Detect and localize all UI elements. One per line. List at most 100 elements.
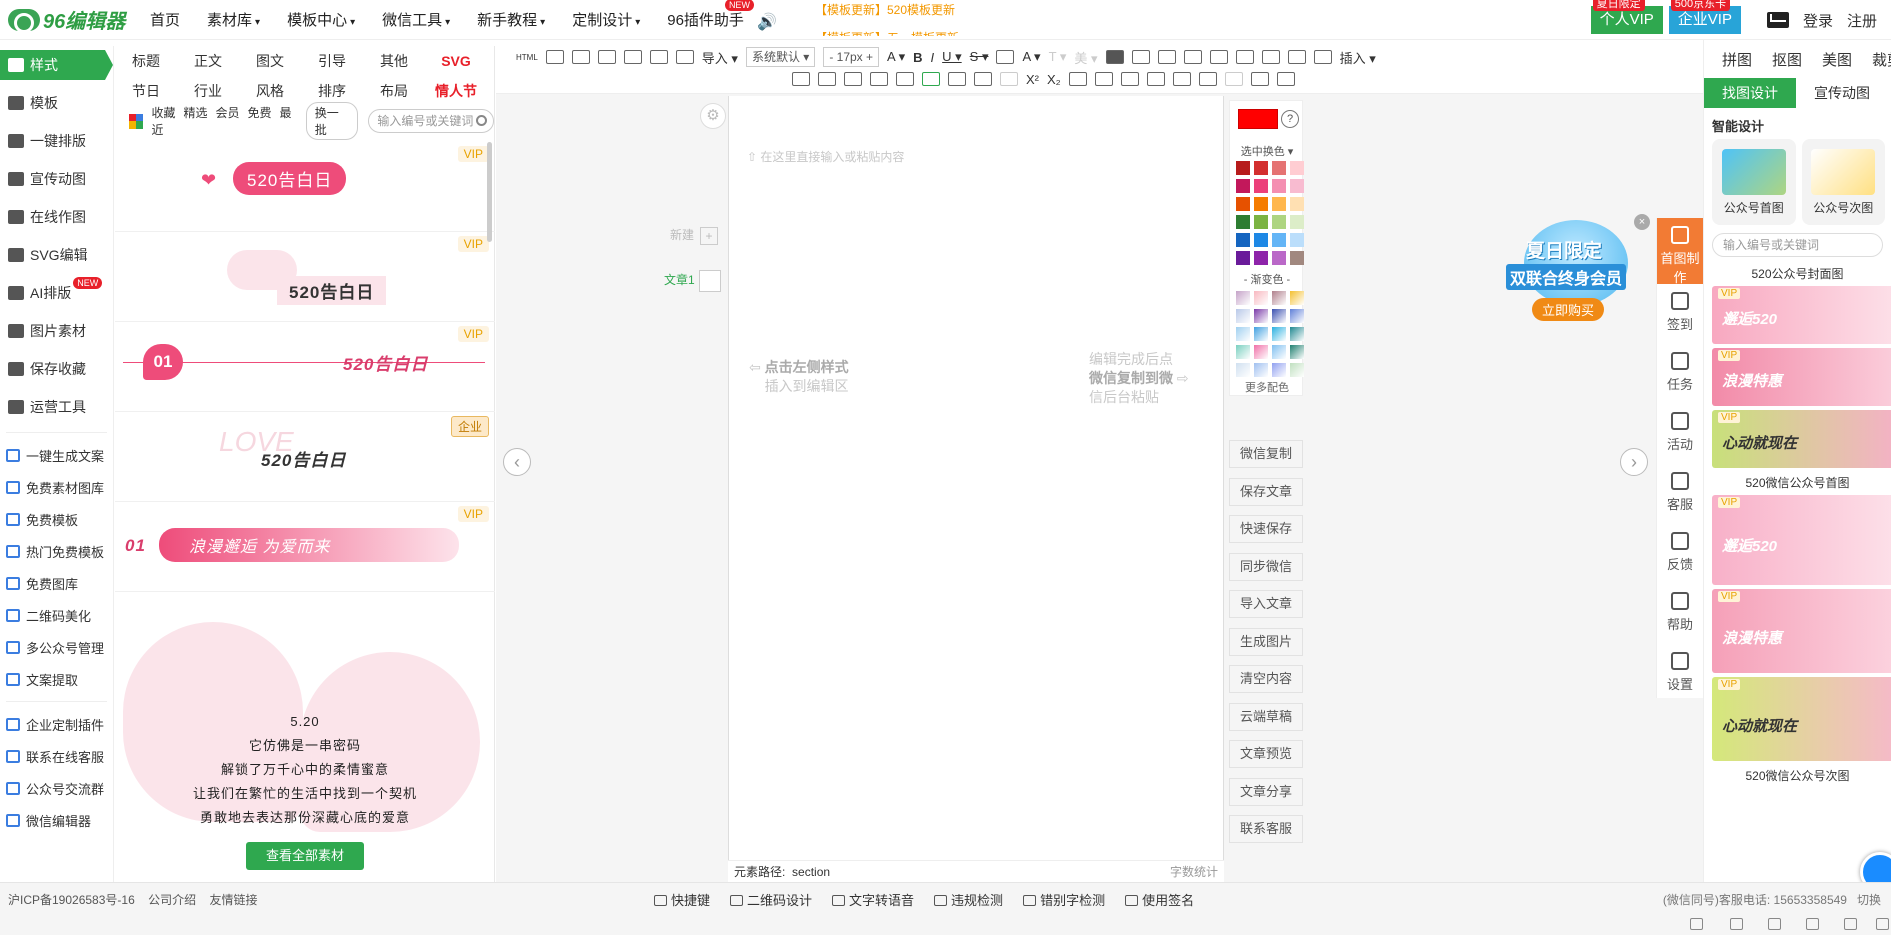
nav-item[interactable]: 新手教程 ▾ bbox=[477, 9, 545, 30]
comment-icon[interactable] bbox=[1198, 72, 1217, 86]
style-item[interactable]: 企业 LOVE 520告白日 bbox=[115, 412, 495, 502]
nav-item[interactable]: 模板中心 ▾ bbox=[287, 9, 355, 30]
wechat-secondary-card[interactable]: 公众号次图 bbox=[1801, 139, 1885, 225]
promo-buy-button[interactable]: 立即购买 bbox=[1532, 298, 1605, 321]
sidebar-item[interactable]: AI排版 NEW bbox=[0, 274, 113, 312]
summer-promo-badge[interactable]: 夏日限定 双联合终身会员 立即购买 × bbox=[1506, 214, 1650, 328]
sidebar-subitem[interactable]: 文案提取 bbox=[0, 663, 113, 695]
gradient-swatch[interactable] bbox=[1290, 309, 1304, 323]
company-vip-button[interactable]: 500京东卡 企业VIP bbox=[1668, 0, 1741, 34]
login-link[interactable]: 登录 bbox=[1803, 10, 1833, 31]
style-item[interactable]: VIP ❤ 520告白日 bbox=[115, 142, 495, 232]
category-tab[interactable]: 风格 bbox=[239, 81, 301, 101]
right-tool-button[interactable]: 设置 bbox=[1657, 644, 1703, 704]
settings-gear-icon[interactable]: ⚙ bbox=[700, 103, 726, 129]
color-swatch[interactable] bbox=[1272, 179, 1286, 193]
gradient-swatch[interactable] bbox=[1272, 309, 1286, 323]
footer-tool[interactable]: 二维码设计 bbox=[730, 890, 812, 909]
tab-find-image-design[interactable]: 找图设计 bbox=[1704, 78, 1796, 108]
collapse-left-button[interactable]: ‹ bbox=[503, 448, 531, 476]
style-item[interactable]: VIP 520告白日 bbox=[115, 232, 495, 322]
footer-tool[interactable]: 快捷键 bbox=[654, 890, 710, 909]
scrollbar[interactable] bbox=[487, 142, 492, 242]
switch-link[interactable]: 切换 bbox=[1857, 893, 1881, 907]
gradient-swatch[interactable] bbox=[1290, 345, 1304, 359]
wechat-cover-card[interactable]: 公众号首图 bbox=[1712, 139, 1796, 225]
color-swatch[interactable] bbox=[1290, 179, 1304, 193]
right-tool-button[interactable]: 帮助 bbox=[1657, 584, 1703, 644]
trash-icon[interactable] bbox=[1768, 918, 1781, 930]
action-button[interactable]: 快速保存 bbox=[1229, 515, 1303, 543]
banner-thumbnail[interactable]: VIP 心动就现在 bbox=[1712, 410, 1891, 468]
checkbox-icon[interactable] bbox=[623, 50, 642, 64]
sidebar-item[interactable]: 保存收藏 bbox=[0, 350, 113, 388]
document-tab[interactable]: 文章1 bbox=[664, 270, 721, 292]
highlight-icon[interactable]: A ▾ bbox=[1022, 49, 1040, 65]
image-library-icon[interactable] bbox=[818, 72, 836, 86]
category-tab[interactable]: 布局 bbox=[363, 81, 425, 101]
category-tab[interactable]: 引导 bbox=[301, 51, 363, 71]
gradient-swatch[interactable] bbox=[1272, 327, 1286, 341]
italic-icon[interactable]: I bbox=[931, 50, 935, 65]
gradient-swatch[interactable] bbox=[1272, 345, 1286, 359]
more-colors-link[interactable]: 更多配色 bbox=[1230, 379, 1304, 395]
unordered-list-icon[interactable] bbox=[1094, 72, 1113, 86]
personal-vip-button[interactable]: 夏日限定 个人VIP bbox=[1590, 0, 1663, 34]
search-icon[interactable] bbox=[1876, 918, 1889, 930]
sidebar-subitem[interactable]: 公众号交流群 bbox=[0, 772, 113, 804]
style-item[interactable]: VIP 01 浪漫邂逅 为爱而来 bbox=[115, 502, 495, 592]
category-tab[interactable]: 情人节 bbox=[425, 81, 487, 101]
gradient-swatch[interactable] bbox=[1236, 345, 1250, 359]
table-icon[interactable] bbox=[870, 72, 888, 86]
color-swatch[interactable] bbox=[1236, 179, 1250, 193]
font-size-stepper[interactable]: - 17px + bbox=[823, 47, 880, 67]
filter-tab[interactable]: 会员 bbox=[215, 106, 239, 120]
gradient-swatch[interactable] bbox=[1236, 291, 1250, 305]
editor-canvas[interactable]: ⇧ 在这里直接输入或粘贴内容 ⇦ 点击左侧样式 插入到编辑区 编辑完成后点 微信复… bbox=[728, 96, 1224, 882]
right-tool-button[interactable]: 客服 bbox=[1657, 464, 1703, 524]
tab-promo-gif[interactable]: 宣传动图 bbox=[1796, 78, 1888, 108]
underline-icon[interactable]: U ▾ bbox=[942, 49, 962, 65]
filter-tab[interactable]: 收藏 bbox=[151, 106, 175, 120]
action-button[interactable]: 联系客服 bbox=[1229, 815, 1303, 843]
company-intro-link[interactable]: 公司介绍 bbox=[148, 893, 196, 907]
sidebar-subitem[interactable]: 免费图库 bbox=[0, 567, 113, 599]
filter-tab[interactable]: 精选 bbox=[183, 106, 207, 120]
text-effect-icon[interactable]: T ▾ bbox=[1049, 49, 1067, 65]
sidebar-subitem[interactable]: 企业定制插件 bbox=[0, 708, 113, 740]
import-dropdown[interactable]: 导入 ▾ bbox=[702, 48, 738, 67]
align-box-icon[interactable] bbox=[1131, 50, 1150, 64]
letter-spacing-icon[interactable] bbox=[1313, 50, 1332, 64]
color-swatch[interactable] bbox=[1254, 197, 1268, 211]
category-tab[interactable]: 排序 bbox=[301, 81, 363, 101]
action-button[interactable]: 微信复制 bbox=[1229, 440, 1303, 468]
right-panel-tab[interactable]: 拼图 bbox=[1722, 49, 1752, 70]
sidebar-item[interactable]: 模板 bbox=[0, 84, 113, 122]
speaker-icon[interactable]: 🔊 bbox=[757, 12, 777, 31]
register-link[interactable]: 注册 bbox=[1847, 10, 1877, 31]
gradient-swatch[interactable] bbox=[1290, 327, 1304, 341]
color-swatch[interactable] bbox=[1272, 161, 1286, 175]
category-tab[interactable]: 图文 bbox=[239, 51, 301, 71]
gradient-swatch[interactable] bbox=[1236, 363, 1250, 377]
unlink-icon[interactable] bbox=[1000, 72, 1018, 86]
font-style-icon[interactable] bbox=[1105, 50, 1124, 64]
action-button[interactable]: 文章预览 bbox=[1229, 740, 1303, 768]
columns-icon[interactable] bbox=[896, 72, 914, 86]
category-tab[interactable]: SVG bbox=[425, 53, 487, 69]
right-tool-button[interactable]: 签到 bbox=[1657, 284, 1703, 344]
sidebar-subitem[interactable]: 多公众号管理 bbox=[0, 631, 113, 663]
justify-icon[interactable] bbox=[1287, 50, 1306, 64]
list-icon[interactable] bbox=[1261, 50, 1280, 64]
window-icon[interactable] bbox=[1844, 918, 1857, 930]
action-button[interactable]: 云端草稿 bbox=[1229, 702, 1303, 731]
color-swatch[interactable] bbox=[1290, 197, 1304, 211]
style-item-poem-card[interactable]: 5.20 它仿佛是一串密码 解锁了万千心中的柔情蜜意 让我们在繁忙的生活中找到一个契机… bbox=[115, 592, 495, 882]
action-button[interactable]: 同步微信 bbox=[1229, 552, 1303, 581]
message-icon[interactable] bbox=[1766, 12, 1789, 28]
banner-thumbnail[interactable]: VIP 浪漫特惠 bbox=[1712, 589, 1891, 673]
ordered-list-icon[interactable] bbox=[1068, 72, 1087, 86]
nav-item[interactable]: 素材库 ▾ bbox=[207, 9, 260, 30]
nav-item[interactable]: 首页 bbox=[150, 9, 180, 30]
rocket-icon[interactable] bbox=[1690, 918, 1703, 930]
